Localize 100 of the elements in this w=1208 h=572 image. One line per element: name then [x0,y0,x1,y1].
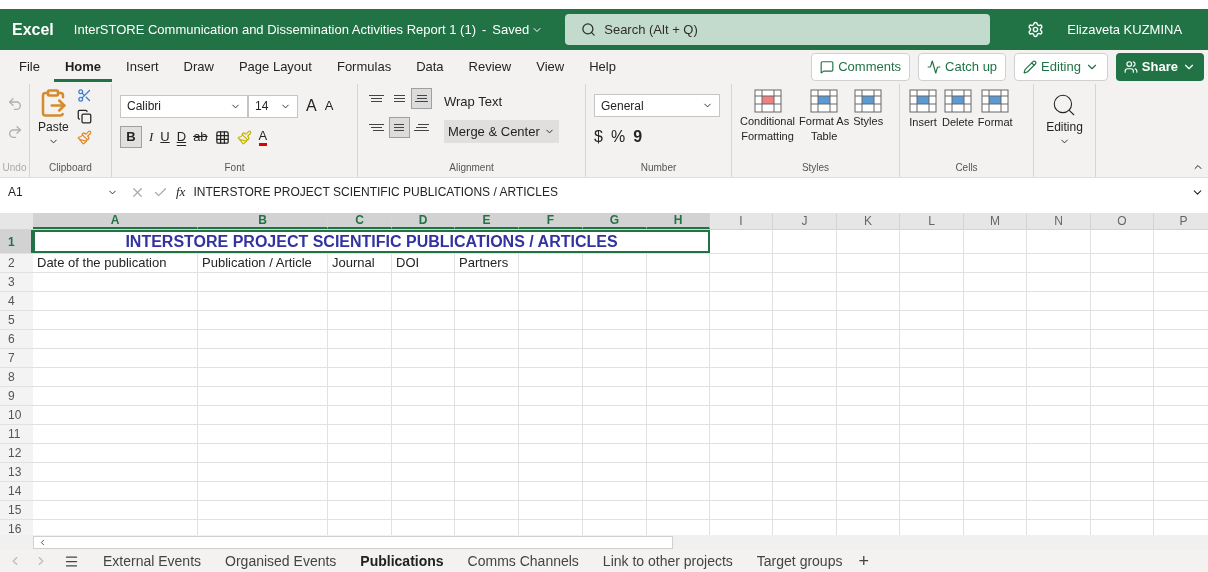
percent-button[interactable]: % [610,125,626,149]
copy-icon[interactable] [76,109,92,124]
editing-button[interactable]: Editing [1046,92,1083,147]
menu-tab[interactable]: Insert [115,52,170,82]
table-cell[interactable]: Publication / Article [198,254,328,272]
column-header[interactable]: O [1091,213,1154,229]
column-header[interactable]: A [33,213,198,229]
comma-button[interactable]: 9 [633,125,643,149]
grow-font-button[interactable]: A [306,94,317,118]
add-sheet-button[interactable]: + [858,547,869,572]
row-header[interactable]: 5 [0,311,33,329]
column-header[interactable]: N [1027,213,1091,229]
row-header[interactable]: 12 [0,444,33,462]
column-header[interactable]: G [583,213,647,229]
save-status[interactable]: Saved [492,19,544,40]
italic-button[interactable]: I [149,127,154,147]
comment-icon [820,60,835,74]
double-underline-button[interactable]: D [176,127,187,147]
catch-up-button[interactable]: Catch up [918,53,1007,81]
row-header[interactable]: 6 [0,330,33,348]
column-header[interactable]: I [710,213,773,229]
column-header[interactable]: E [455,213,519,229]
font-color-button[interactable]: A [258,128,268,146]
styles-button[interactable]: Styles [853,88,884,144]
format-as-table-button[interactable]: Format As Table [799,88,850,144]
column-header[interactable]: B [198,213,328,229]
align-button[interactable] [411,88,433,109]
column-header[interactable]: J [773,213,837,229]
column-header[interactable]: F [519,213,583,229]
paste-button[interactable]: Paste [38,88,69,147]
row-header[interactable]: 7 [0,349,33,367]
menu-tab[interactable]: Page Layout [227,52,323,82]
format-button[interactable]: Format [977,88,1013,131]
conditional-formatting-icon [752,88,783,114]
sheet-tab[interactable]: Target groups [756,550,843,572]
sheet-tab[interactable]: External Events [103,550,202,572]
conditional-formatting-button[interactable]: Conditional Formatting [740,88,796,144]
row-header[interactable]: 16 [0,520,33,535]
bold-button[interactable]: B [120,126,142,148]
row-header[interactable]: 14 [0,482,33,500]
row-header[interactable]: 15 [0,501,33,519]
row-header[interactable]: 8 [0,368,33,386]
row-header[interactable]: 1 [0,230,33,253]
number-format-field[interactable]: General [594,94,720,117]
scroll-left-icon[interactable] [38,538,47,547]
column-header[interactable]: H [647,213,710,229]
comments-button[interactable]: Comments [811,53,911,81]
document-title[interactable]: InterSTORE Communication and Dissemination Activities Report 1 (1) [73,19,476,40]
column-header[interactable]: C [328,213,392,229]
function-label[interactable]: fx [176,182,186,202]
column-header[interactable]: D [392,213,455,229]
table-cell[interactable]: DOI [392,254,455,272]
row-header[interactable]: 13 [0,463,33,481]
insert-button[interactable]: Insert [908,88,938,131]
row-header[interactable]: 3 [0,273,33,291]
menu-tab[interactable]: View [525,52,576,82]
all-sheets-icon[interactable] [64,553,79,569]
row-header[interactable]: 9 [0,387,33,405]
user-name[interactable]: Elizaveta KUZMINA [1067,19,1183,40]
settings-icon[interactable] [1027,21,1045,38]
strikethrough-button[interactable]: ab [193,127,208,147]
borders-icon[interactable] [214,129,230,145]
shrink-font-button[interactable]: A [324,96,334,116]
column-header[interactable]: P [1154,213,1208,229]
sheet-tab[interactable]: Publications [360,550,444,572]
sheet-tab[interactable]: Organised Events [225,550,337,572]
cut-icon[interactable] [76,88,92,103]
merged-title-cell[interactable]: INTERSTORE PROJECT SCIENTIFIC PUBLICATIONS / ARTICLES [33,230,710,253]
horizontal-scrollbar[interactable] [33,536,673,549]
row-header[interactable]: 11 [0,425,33,443]
row-header[interactable]: 4 [0,292,33,310]
menu-tab[interactable]: Review [457,52,523,82]
currency-button[interactable]: $ [594,125,603,149]
font-name-field[interactable]: Calibri [120,94,248,118]
font-size-field[interactable]: 14 [248,94,298,118]
menu-tab[interactable]: Draw [172,52,225,82]
editing-mode-button[interactable]: Editing [1014,53,1108,81]
formula-content[interactable]: INTERSTORE PROJECT SCIENTIFIC PUBLICATIONS / ARTICLES [193,183,1183,201]
column-header[interactable]: L [900,213,964,229]
menu-tab[interactable]: Help [578,52,627,82]
search-field[interactable]: Search (Alt + Q) [565,14,991,45]
table-cell[interactable]: Journal [328,254,392,272]
table-cell[interactable]: Partners [455,254,519,272]
underline-button[interactable]: U [160,127,170,147]
share-button[interactable]: Share [1115,53,1204,81]
menu-tab[interactable]: Data [405,52,455,82]
fill-color-icon[interactable] [236,129,252,145]
column-header[interactable]: K [837,213,900,229]
sheet-tab[interactable]: Link to other projects [602,550,733,572]
delete-button[interactable]: Delete [942,88,974,131]
row-header[interactable]: 10 [0,406,33,424]
merge-center-button[interactable]: Merge & Center [444,119,559,143]
menu-tab[interactable]: Formulas [325,52,403,82]
row-header[interactable]: 2 [0,254,33,272]
align-button[interactable] [388,116,410,138]
column-header[interactable]: M [964,213,1027,229]
menu-tab[interactable]: File [8,52,51,82]
sheet-tab[interactable]: Comms Channels [467,550,579,572]
table-cell[interactable]: Date of the publication [33,254,198,272]
wrap-text-button[interactable]: Wrap Text [444,92,559,112]
